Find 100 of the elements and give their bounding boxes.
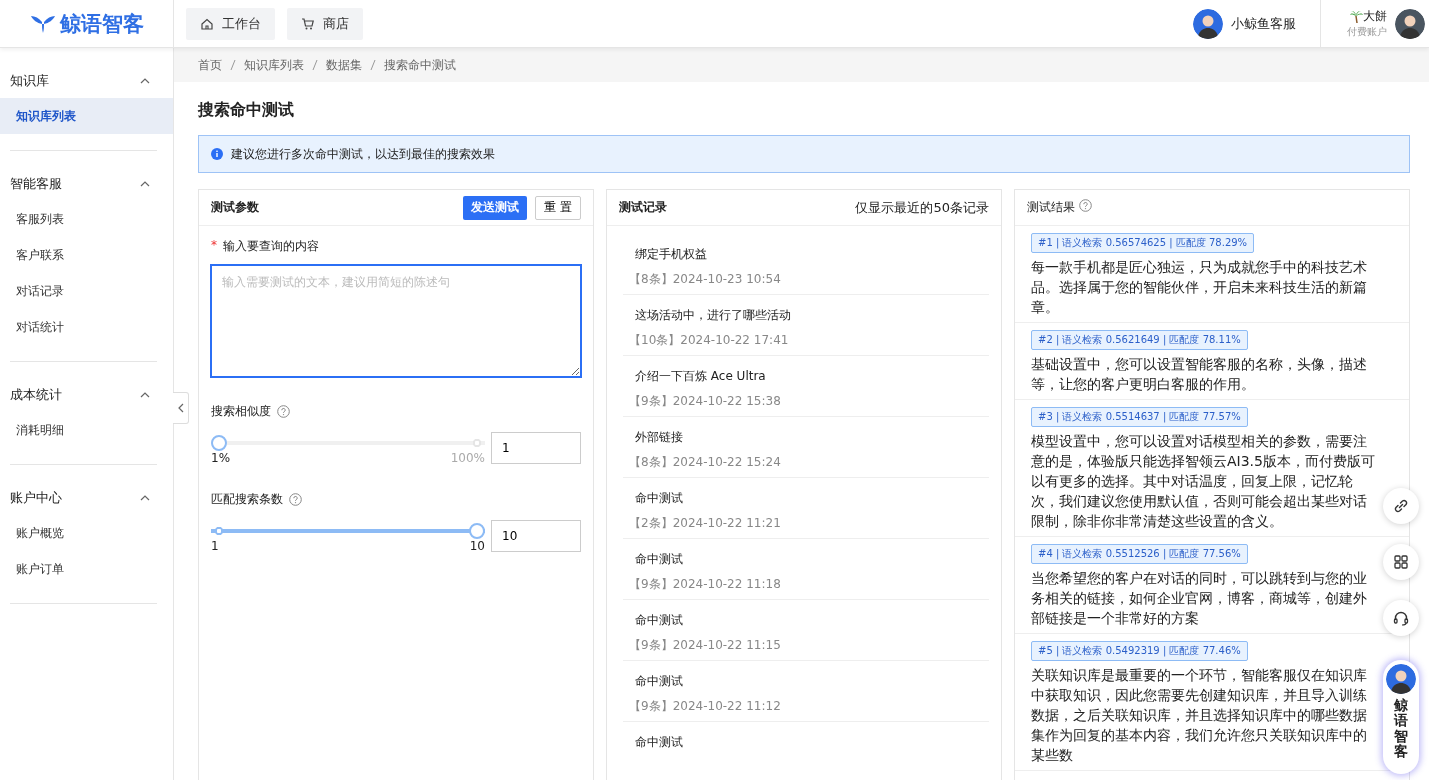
number-field[interactable]: 1 bbox=[491, 432, 581, 464]
result-text: 当您希望您的客户在对话的同时，可以跳转到与您的业务相关的链接，如何企业官网，博客，商城等，创建外部链接是一个非常好的方案 bbox=[1031, 569, 1368, 628]
slider-handle[interactable] bbox=[211, 435, 227, 451]
record-meta: 【2条】2024-10-22 11:21 bbox=[629, 515, 782, 532]
home-icon bbox=[200, 16, 214, 31]
record-query: 命中测试 bbox=[635, 673, 684, 690]
sidebar-item[interactable]: 消耗明细 bbox=[0, 412, 173, 448]
field-label: 搜索相似度 bbox=[211, 403, 271, 420]
cart-icon bbox=[301, 16, 315, 31]
slider-max-label: 10 bbox=[469, 539, 485, 553]
breadcrumb-item: 搜索命中测试 bbox=[384, 56, 456, 74]
record-query: 这场活动中，进行了哪些活动 bbox=[635, 307, 792, 324]
slider-handle[interactable] bbox=[469, 523, 485, 539]
result-text: 模型设置中，您可以设置对话模型相关的参数，需要注意的是，体验版只能选择智领云AI3.5版本，而付费版可以有更多的选择。其中对话温度，回复上限，记忆轮次，我们建议您使用默认值，否则可能会超出某些对话限制，除非你非常清楚这些设置的含义。 bbox=[1031, 432, 1375, 531]
result-text: 关联知识库是最重要的一个环节，智能客服仅在知识库中获取知识，因此您需要先创建知识库，并且导入训练数据，之后关联知识库，并且选择知识库中的哪些数据集作为回复的基本内容，我们允许您只关联知识库中的某些数 bbox=[1031, 666, 1368, 765]
record-query: 外部链接 bbox=[635, 429, 684, 446]
record-item[interactable]: 命中测试 【9条】2024-10-22 11:18 bbox=[623, 539, 989, 600]
send-test-button[interactable]: 发送测试 bbox=[463, 195, 528, 220]
avatar-icon bbox=[1386, 664, 1416, 694]
record-item[interactable]: 命中测试 【2条】2024-10-22 11:21 bbox=[623, 478, 989, 539]
sidebar-group[interactable]: 智能客服 bbox=[10, 167, 157, 201]
agent-name: 小鲸鱼客服 bbox=[1231, 14, 1296, 33]
sidebar-item[interactable]: 账户概览 bbox=[0, 515, 173, 551]
headset-icon bbox=[1392, 609, 1410, 627]
panel-title: 测试记录 bbox=[619, 199, 667, 216]
avatar-icon bbox=[1395, 8, 1425, 39]
floating-button[interactable] bbox=[1383, 600, 1419, 636]
result-text: 基础设置中，您可以设置智能客服的名称，头像，描述等，让您的客户更明白客服的作用。 bbox=[1031, 355, 1368, 394]
number-field[interactable]: 10 bbox=[491, 520, 581, 552]
record-meta: 【9条】2024-10-22 11:18 bbox=[629, 576, 782, 593]
reset-button[interactable]: 重 置 bbox=[535, 195, 581, 220]
palm-tree-icon bbox=[1350, 10, 1363, 23]
record-query: 命中测试 bbox=[635, 490, 684, 507]
record-meta: 【9条】2024-10-22 15:38 bbox=[629, 393, 782, 410]
breadcrumb-item[interactable]: 知识库列表 bbox=[244, 56, 304, 74]
record-item[interactable]: 命中测试 bbox=[623, 722, 989, 780]
record-query: 命中测试 bbox=[635, 734, 684, 751]
sidebar-item[interactable]: 客服列表 bbox=[0, 201, 173, 237]
breadcrumb-item[interactable]: 首页 bbox=[198, 56, 222, 74]
sidebar-group[interactable]: 知识库 bbox=[10, 64, 157, 98]
score-tag: #1 | 语义检索 0.56574625 | 匹配度 78.29% bbox=[1031, 233, 1255, 253]
sidebar-item[interactable]: 对话记录 bbox=[0, 273, 173, 309]
score-tag: #5 | 语义检索 0.5492319 | 匹配度 77.46% bbox=[1031, 641, 1248, 661]
assistant-button[interactable]: 鲸语智客 bbox=[1383, 660, 1419, 774]
records-note: 仅显示最近的50条记录 bbox=[855, 198, 989, 217]
sidebar-item[interactable]: 账户订单 bbox=[0, 551, 173, 587]
record-item[interactable]: 介绍一下百炼 Ace Ultra 【9条】2024-10-22 15:38 bbox=[623, 356, 989, 417]
avatar-icon bbox=[1193, 8, 1223, 39]
record-query: 命中测试 bbox=[635, 551, 684, 568]
record-query: 命中测试 bbox=[635, 612, 684, 629]
nav-button[interactable]: 商店 bbox=[287, 7, 363, 40]
sidebar-group[interactable]: 账户中心 bbox=[10, 481, 157, 515]
account-plan: 付费账户 bbox=[1347, 25, 1387, 39]
nav-button[interactable]: 工作台 bbox=[186, 7, 275, 40]
panel-title: 测试参数 bbox=[211, 199, 259, 216]
slash-separator-icon bbox=[230, 59, 236, 71]
record-query: 介绍一下百炼 Ace Ultra bbox=[635, 368, 767, 385]
result-text: 每一款手机都是匠心独运，只为成就您手中的科技艺术品。选择属于您的智能伙伴，开启未来科技生活的新篇章。 bbox=[1031, 258, 1368, 317]
sidebar-item[interactable]: 知识库列表 bbox=[0, 98, 173, 134]
breadcrumb-item[interactable]: 数据集 bbox=[326, 56, 362, 74]
sidebar-item[interactable]: 对话统计 bbox=[0, 309, 173, 345]
field-label: 输入要查询的内容 bbox=[223, 238, 319, 255]
page-title: 搜索命中测试 bbox=[198, 100, 295, 121]
sidebar-group[interactable]: 成本统计 bbox=[10, 378, 157, 412]
score-tag: #2 | 语义检索 0.5621649 | 匹配度 78.11% bbox=[1031, 330, 1248, 350]
query-field[interactable]: 输入需要测试的文本，建议用简短的陈述句 bbox=[211, 265, 581, 377]
logo-text: 鲸语智客 bbox=[59, 10, 144, 38]
slider-max-label: 100% bbox=[450, 451, 485, 465]
sidebar-item[interactable]: 客户联系 bbox=[0, 237, 173, 273]
user-name: 大餅 bbox=[1363, 8, 1387, 25]
record-item[interactable]: 绑定手机权益 【8条】2024-10-23 10:54 bbox=[623, 234, 989, 295]
record-meta: 【10条】2024-10-22 17:41 bbox=[629, 332, 790, 349]
score-tag: #3 | 语义检索 0.5514637 | 匹配度 77.57% bbox=[1031, 407, 1248, 427]
grid-icon bbox=[1392, 553, 1410, 571]
help-icon bbox=[277, 405, 290, 418]
field-label: 匹配搜索条数 bbox=[211, 491, 283, 508]
help-icon bbox=[1079, 199, 1092, 212]
record-query: 绑定手机权益 bbox=[635, 246, 708, 263]
slash-separator-icon bbox=[370, 59, 376, 71]
record-item[interactable]: 命中测试 【9条】2024-10-22 11:15 bbox=[623, 600, 989, 661]
panel-title: 测试结果 bbox=[1027, 199, 1075, 216]
link-icon bbox=[1392, 497, 1410, 515]
record-item[interactable]: 外部链接 【8条】2024-10-22 15:24 bbox=[623, 417, 989, 478]
slash-separator-icon bbox=[312, 59, 318, 71]
info-icon bbox=[211, 148, 223, 160]
chevron-left-icon bbox=[176, 403, 185, 413]
required-mark: * bbox=[211, 238, 217, 254]
floating-button[interactable] bbox=[1383, 488, 1419, 524]
record-item[interactable]: 命中测试 【9条】2024-10-22 11:12 bbox=[623, 661, 989, 722]
slider-min-label: 1% bbox=[211, 451, 231, 465]
record-meta: 【9条】2024-10-22 11:15 bbox=[629, 637, 782, 654]
record-meta: 【8条】2024-10-23 10:54 bbox=[629, 271, 782, 288]
help-icon bbox=[289, 493, 302, 506]
score-tag: #4 | 语义检索 0.5512526 | 匹配度 77.56% bbox=[1031, 544, 1248, 564]
collapse-button[interactable] bbox=[173, 392, 189, 424]
record-meta: 【8条】2024-10-22 15:24 bbox=[629, 454, 782, 471]
slider-min-label: 1 bbox=[211, 539, 219, 553]
record-meta: 【9条】2024-10-22 11:12 bbox=[629, 698, 782, 715]
floating-button[interactable] bbox=[1383, 544, 1419, 580]
record-item[interactable]: 这场活动中，进行了哪些活动 【10条】2024-10-22 17:41 bbox=[623, 295, 989, 356]
